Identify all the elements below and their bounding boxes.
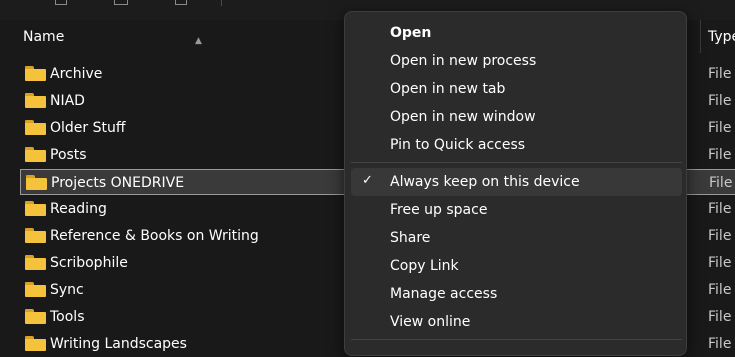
context-menu: Open Open in new process Open in new tab… (344, 11, 687, 356)
menu-item-label: Always keep on this device (390, 174, 580, 190)
folder-icon (26, 175, 47, 190)
menu-item-always-keep[interactable]: ✓ Always keep on this device (351, 168, 682, 196)
menu-item-pin-quick-access[interactable]: Pin to Quick access (351, 131, 682, 159)
toolbar-icon[interactable] (175, 0, 187, 5)
menu-item-label: Pin to Quick access (390, 137, 526, 153)
sort-up-icon: ▲ (195, 36, 202, 46)
file-name: Sync (50, 282, 84, 298)
folder-icon (25, 201, 46, 216)
menu-item-label: Manage access (390, 286, 498, 302)
file-type: File (708, 255, 732, 271)
folder-icon (25, 282, 46, 297)
file-type: File (708, 66, 732, 82)
file-type: File (708, 309, 732, 325)
file-type: File (708, 336, 732, 352)
folder-icon (25, 228, 46, 243)
menu-item-label: Free up space (390, 202, 488, 218)
menu-item-copy-link[interactable]: Copy Link (351, 252, 682, 280)
menu-item-free-up-space[interactable]: Free up space (351, 196, 682, 224)
folder-icon (25, 66, 46, 81)
file-name: Projects ONEDRIVE (51, 175, 185, 191)
menu-item-label: Share (390, 230, 431, 246)
menu-item-label: Open (390, 25, 432, 41)
file-name: Posts (50, 147, 87, 163)
folder-icon (25, 93, 46, 108)
file-type: File (708, 282, 732, 298)
menu-item-label: Open in new window (390, 109, 536, 125)
file-type: File (708, 201, 732, 217)
menu-item-open-new-window[interactable]: Open in new window (351, 103, 682, 131)
file-name: Writing Landscapes (50, 336, 187, 352)
menu-item-view-online[interactable]: View online (351, 308, 682, 336)
menu-item-open-new-process[interactable]: Open in new process (351, 47, 682, 75)
column-header-type[interactable]: Type (708, 29, 735, 45)
file-type: File (708, 228, 732, 244)
toolbar-icon[interactable] (114, 0, 128, 5)
file-type: File (709, 175, 733, 191)
menu-item-open-new-tab[interactable]: Open in new tab (351, 75, 682, 103)
toolbar-divider (221, 0, 222, 6)
file-name: Archive (50, 66, 103, 82)
column-divider[interactable] (700, 20, 701, 53)
folder-icon (25, 120, 46, 135)
folder-icon (25, 255, 46, 270)
folder-icon (25, 309, 46, 324)
file-name: Tools (50, 309, 85, 325)
menu-item-manage-access[interactable]: Manage access (351, 280, 682, 308)
column-header-name[interactable]: Name (23, 29, 64, 45)
file-type: File (708, 147, 732, 163)
file-name: Older Stuff (50, 120, 126, 136)
toolbar-icon[interactable] (55, 0, 67, 5)
menu-item-label: Open in new tab (390, 81, 506, 97)
file-type: File (708, 120, 732, 136)
file-name: NIAD (50, 93, 85, 109)
file-type: File (708, 93, 732, 109)
file-name: Reading (50, 201, 107, 217)
menu-item-share[interactable]: Share (351, 224, 682, 252)
folder-icon (25, 147, 46, 162)
file-name: Reference & Books on Writing (50, 228, 259, 244)
menu-item-open[interactable]: Open (351, 19, 682, 47)
menu-separator (351, 339, 682, 340)
menu-separator (351, 162, 682, 163)
menu-item-label: Copy Link (390, 258, 459, 274)
menu-item-label: View online (390, 314, 471, 330)
file-name: Scribophile (50, 255, 128, 271)
checkmark-icon: ✓ (362, 173, 373, 188)
menu-item-label: Open in new process (390, 53, 537, 69)
